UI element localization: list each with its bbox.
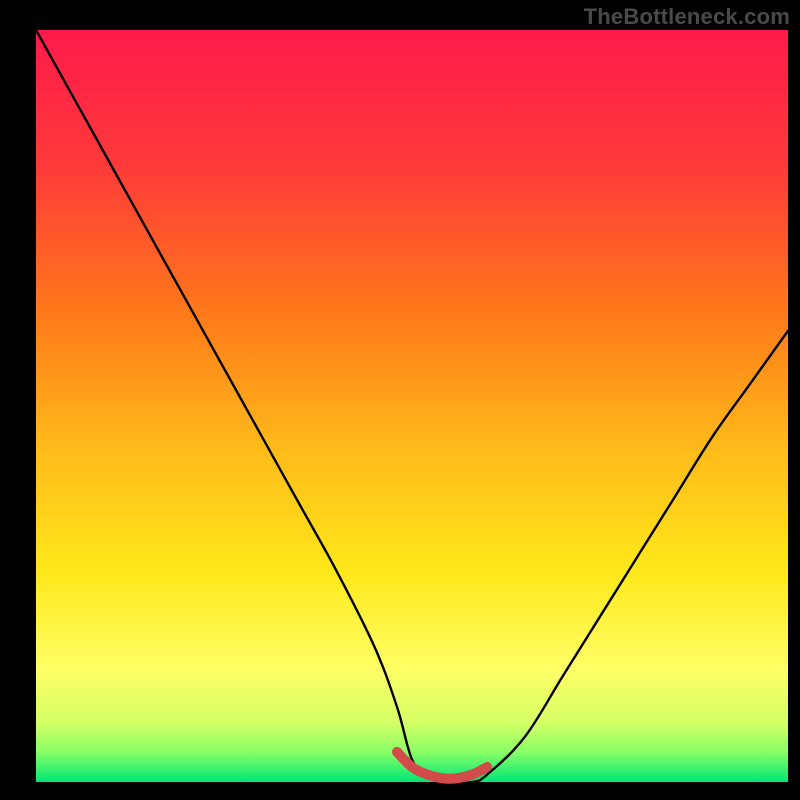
plot-background <box>36 30 788 782</box>
bottleneck-chart <box>0 0 800 800</box>
chart-container: TheBottleneck.com <box>0 0 800 800</box>
watermark-text: TheBottleneck.com <box>584 4 790 30</box>
